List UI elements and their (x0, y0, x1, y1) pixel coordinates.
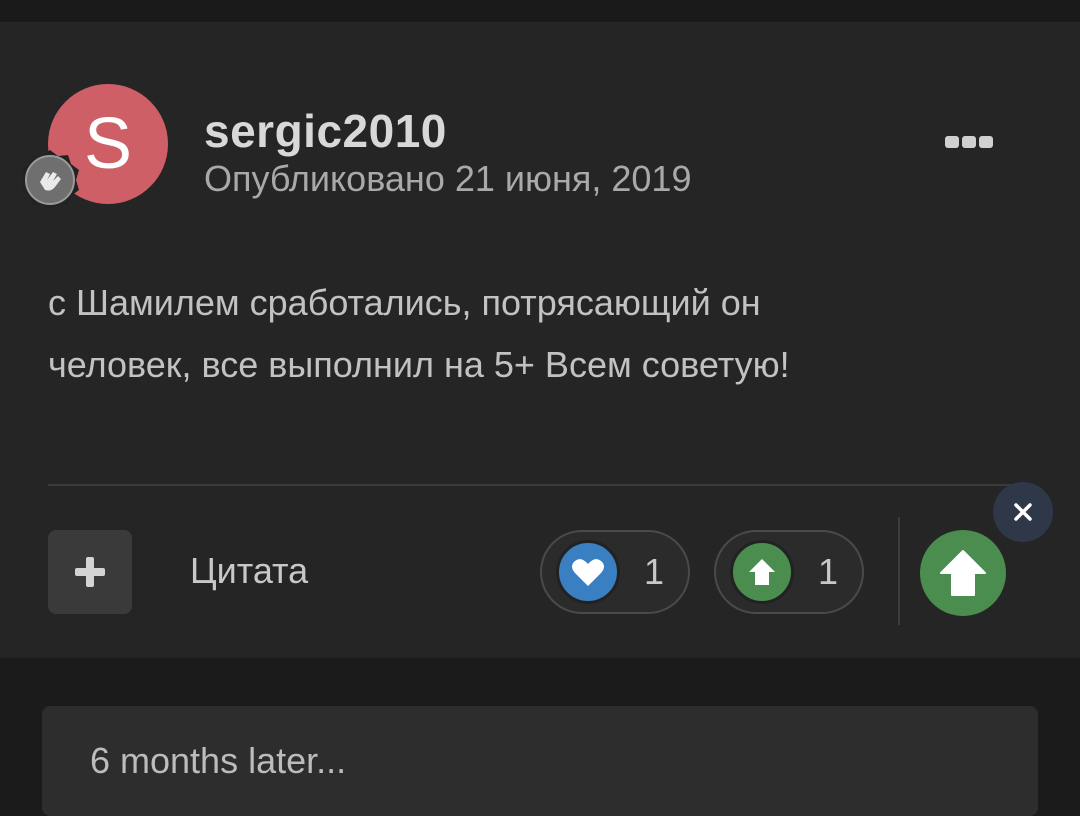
reaction-count: 1 (818, 551, 839, 592)
close-icon (1014, 503, 1032, 521)
up-arrow-icon (730, 540, 794, 604)
quote-button[interactable]: Цитата (190, 550, 308, 592)
react-button[interactable] (920, 530, 1006, 616)
post-content-line: человек, все выполнил на 5+ Всем советую… (48, 344, 790, 385)
reaction-like-pill[interactable]: 1 (540, 530, 690, 614)
close-button[interactable] (993, 482, 1053, 542)
divider (48, 484, 1032, 486)
top-strip (0, 0, 1080, 22)
post-date: Опубликовано 21 июня, 2019 (204, 158, 692, 199)
post-content-line: с Шамилем сработались, потрясающий он (48, 282, 761, 323)
up-arrow-icon (940, 550, 986, 596)
post-card: S sergic2010 Опубликовано 21 июня, 2019 … (0, 22, 1080, 658)
heart-icon (556, 540, 620, 604)
avatar-letter: S (83, 104, 133, 184)
username[interactable]: sergic2010 (204, 104, 447, 158)
rank-badge-icon (18, 148, 82, 212)
plus-icon (75, 557, 105, 587)
reaction-count: 1 (644, 551, 665, 592)
reaction-upvote-pill[interactable]: 1 (714, 530, 864, 614)
time-gap-notice: 6 months later... (42, 706, 1038, 816)
vertical-separator (898, 517, 900, 625)
post-content: с Шамилем сработались, потрясающий он че… (48, 272, 1008, 396)
multiquote-button[interactable] (48, 530, 132, 614)
time-gap-text: 6 months later... (90, 740, 347, 781)
more-options-icon[interactable] (945, 132, 1001, 152)
